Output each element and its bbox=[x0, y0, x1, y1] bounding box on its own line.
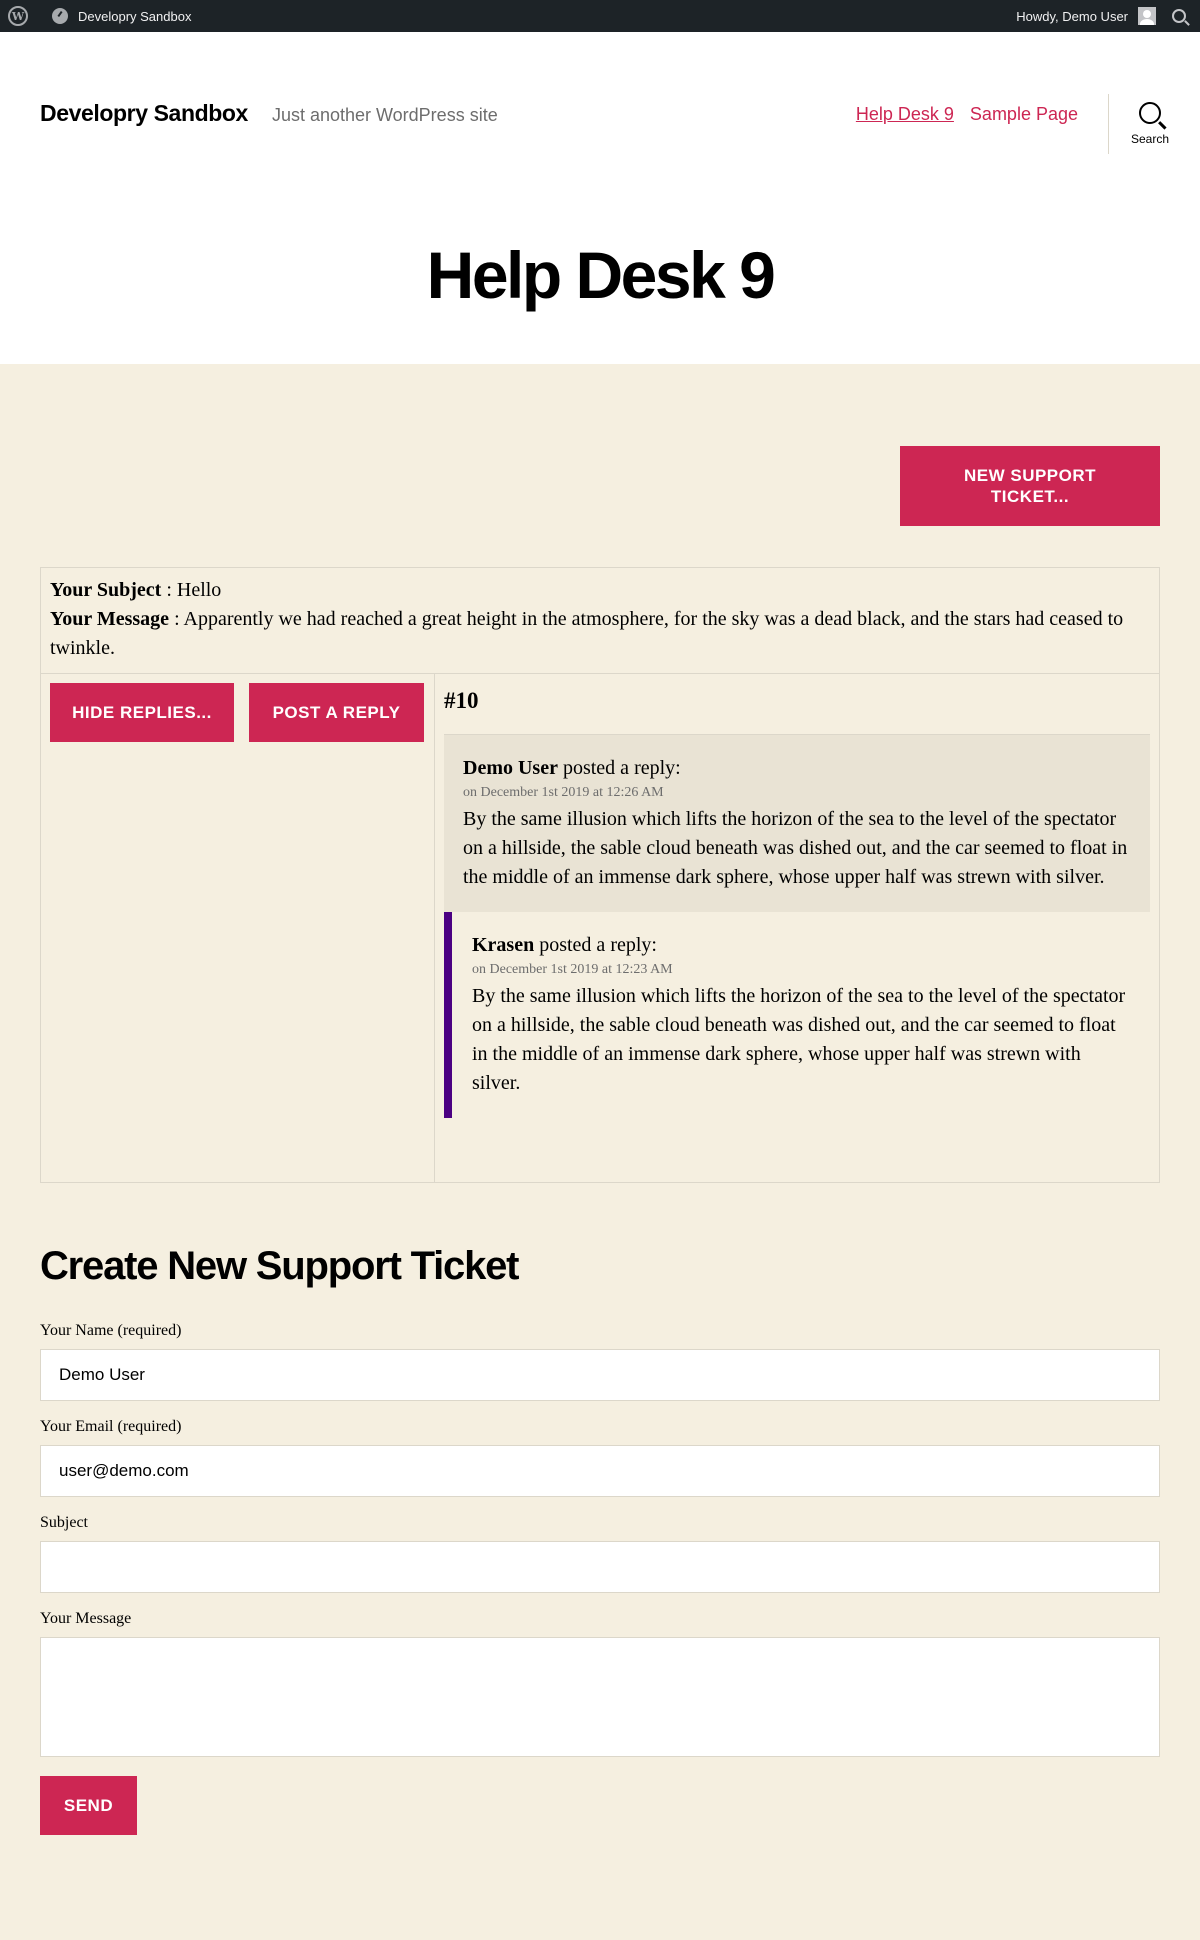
message-value: Apparently we had reached a great height… bbox=[50, 608, 1124, 659]
admin-bar-left: W Developry Sandbox bbox=[8, 6, 191, 26]
ticket-subject: Your Subject : Hello bbox=[50, 579, 222, 601]
ticket-header: Your Subject : Hello Your Message : Appa… bbox=[41, 568, 1159, 674]
menu-item-help-desk-9[interactable]: Help Desk 9 bbox=[856, 104, 954, 125]
site-branding: Developry Sandbox Just another WordPress… bbox=[40, 100, 498, 127]
site-header: Developry Sandbox Just another WordPress… bbox=[0, 32, 1200, 364]
ticket-body: HIDE REPLIES... POST A REPLY #10 Demo Us… bbox=[41, 674, 1159, 1182]
subject-value: Hello bbox=[176, 579, 222, 601]
message-field[interactable] bbox=[40, 1637, 1160, 1757]
ticket-number: #10 bbox=[444, 688, 479, 713]
reply-date: on December 1st 2019 at 12:23 AM bbox=[472, 962, 673, 977]
reply-action: posted a reply: bbox=[562, 757, 681, 779]
email-field[interactable]: user@demo.com bbox=[40, 1445, 1160, 1497]
subject-label: Subject bbox=[40, 1514, 88, 1531]
reply-item: Krasen posted a reply: on December 1st 2… bbox=[444, 912, 1150, 1118]
reply-item: Demo User posted a reply: on December 1s… bbox=[444, 734, 1150, 912]
reply-author: Krasen bbox=[472, 934, 535, 956]
name-field[interactable]: Demo User bbox=[40, 1349, 1160, 1401]
message-label: Your Message bbox=[50, 608, 170, 630]
send-button[interactable]: SEND bbox=[40, 1776, 137, 1835]
header-divider bbox=[1108, 94, 1109, 154]
reply-author-line: Krasen posted a reply: bbox=[472, 932, 1130, 958]
dashboard-icon[interactable] bbox=[52, 8, 68, 24]
form-title: Create New Support Ticket bbox=[40, 1244, 519, 1288]
reply-author-line: Demo User posted a reply: bbox=[463, 755, 1130, 781]
name-label: Your Name (required) bbox=[40, 1322, 182, 1339]
subject-field[interactable] bbox=[40, 1541, 1160, 1593]
site-description: Just another WordPress site bbox=[271, 105, 498, 125]
ticket-card: Your Subject : Hello Your Message : Appa… bbox=[40, 567, 1160, 1183]
primary-menu: Help Desk 9 Sample Page bbox=[856, 104, 1078, 125]
ticket-actions: HIDE REPLIES... POST A REPLY bbox=[41, 674, 435, 1182]
search-icon[interactable] bbox=[1172, 9, 1186, 23]
admin-bar: W Developry Sandbox Howdy, Demo User bbox=[0, 0, 1200, 32]
ticket-message: Your Message : Apparently we had reached… bbox=[50, 608, 1124, 659]
menu-item-sample-page[interactable]: Sample Page bbox=[970, 104, 1078, 125]
admin-bar-site-name[interactable]: Developry Sandbox bbox=[78, 9, 191, 24]
reply-author: Demo User bbox=[463, 757, 558, 779]
page-content: NEW SUPPORT TICKET... Your Subject : Hel… bbox=[0, 364, 1200, 1940]
reply-date: on December 1st 2019 at 12:26 AM bbox=[463, 785, 664, 800]
post-reply-button[interactable]: POST A REPLY bbox=[249, 683, 424, 742]
reply-action: posted a reply: bbox=[539, 934, 657, 956]
admin-bar-greeting[interactable]: Howdy, Demo User bbox=[1016, 9, 1128, 24]
message-label: Your Message bbox=[40, 1610, 132, 1627]
ticket-replies: #10 Demo User posted a reply: on Decembe… bbox=[435, 674, 1159, 1182]
wordpress-logo-icon[interactable]: W bbox=[8, 6, 28, 26]
hide-replies-button[interactable]: HIDE REPLIES... bbox=[50, 683, 234, 742]
email-label: Your Email (required) bbox=[40, 1418, 182, 1435]
avatar[interactable] bbox=[1138, 7, 1156, 25]
site-title[interactable]: Developry Sandbox bbox=[40, 100, 248, 127]
new-support-ticket-button[interactable]: NEW SUPPORT TICKET... bbox=[900, 446, 1160, 526]
reply-text: By the same illusion which lifts the hor… bbox=[463, 808, 1128, 888]
admin-bar-right: Howdy, Demo User bbox=[1016, 7, 1192, 25]
reply-text: By the same illusion which lifts the hor… bbox=[472, 985, 1126, 1094]
header-search-toggle[interactable]: Search bbox=[1128, 102, 1172, 146]
search-icon bbox=[1139, 102, 1161, 124]
search-label: Search bbox=[1130, 132, 1170, 146]
page-title: Help Desk 9 bbox=[426, 238, 776, 312]
subject-label: Your Subject bbox=[50, 579, 162, 601]
